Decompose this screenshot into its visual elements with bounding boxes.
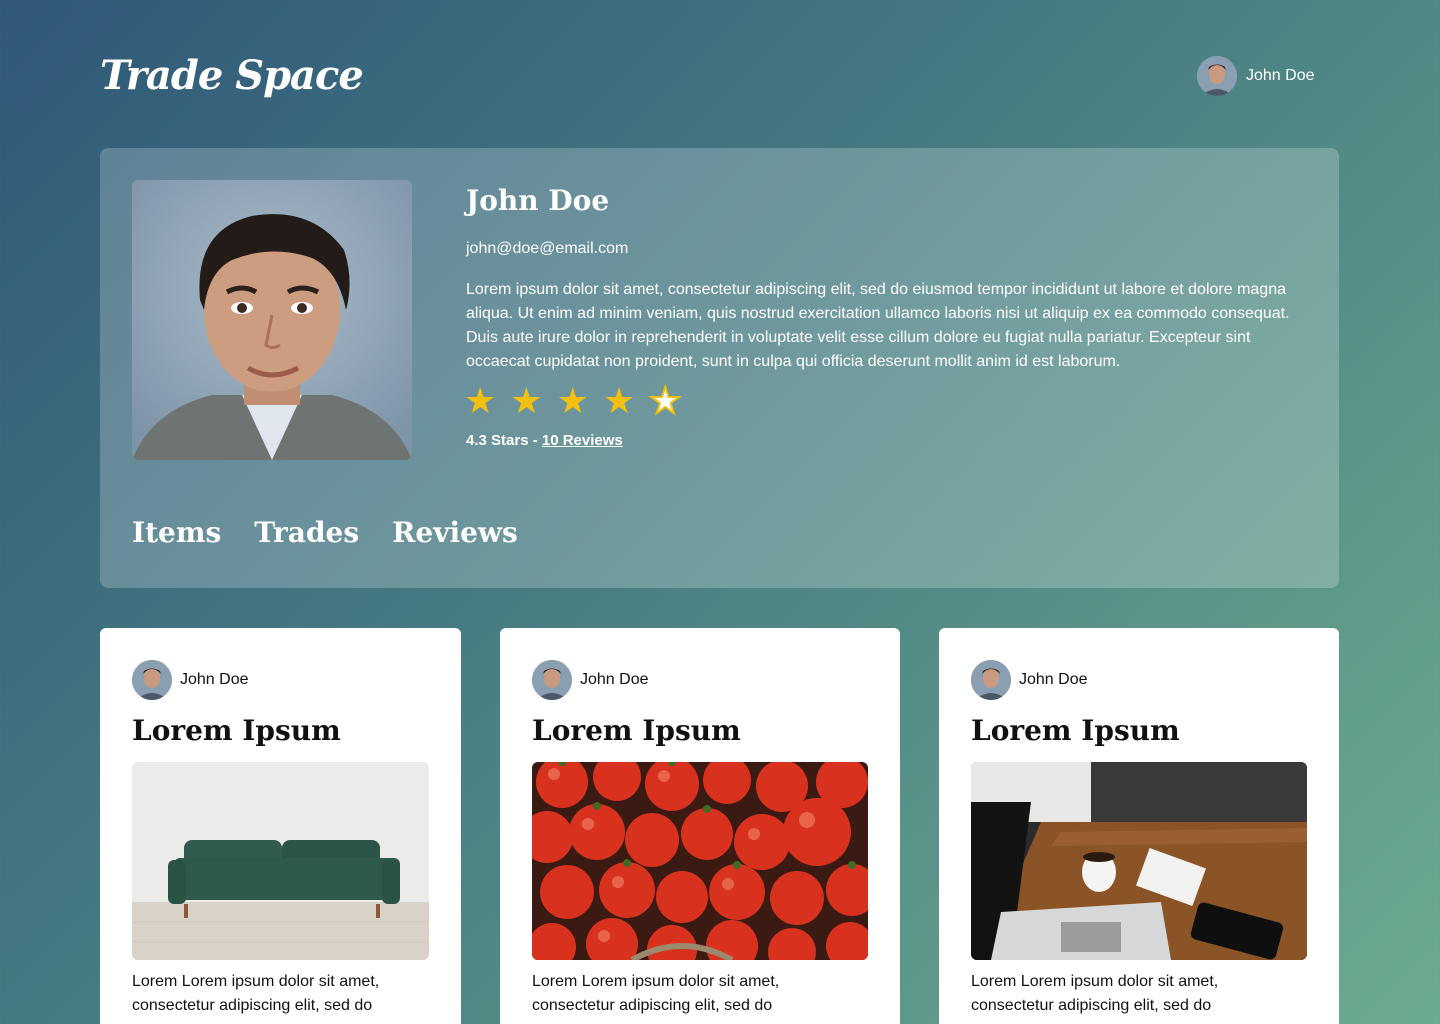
star-icon: ★ xyxy=(464,381,497,422)
rating-summary: 4.3 Stars - 10 Reviews xyxy=(466,432,623,449)
profile-card: John Doe john@doe@email.com Lorem ipsum … xyxy=(100,148,1339,588)
laptop-desk-photo[interactable] xyxy=(971,762,1307,960)
author-name: John Doe xyxy=(1019,671,1088,688)
author-name: John Doe xyxy=(580,671,649,688)
tab-reviews[interactable]: Reviews xyxy=(392,516,518,549)
author-avatar xyxy=(971,660,1011,700)
user-avatar xyxy=(1197,56,1237,96)
user-name: John Doe xyxy=(1246,67,1315,84)
author-avatar xyxy=(132,660,172,700)
item-card[interactable]: John Doe Lorem Ipsum Lorem Lorem ipsum d… xyxy=(500,628,900,1024)
item-description: Lorem Lorem ipsum dolor sit amet, consec… xyxy=(532,973,780,1014)
rating-stars: ★ ★ ★ ★ ★ xyxy=(464,381,682,422)
profile-bio: Lorem ipsum dolor sit amet, consectetur … xyxy=(466,281,1290,370)
star-icon: ★ xyxy=(648,381,682,422)
star-icon: ★ xyxy=(556,381,589,422)
item-title[interactable]: Lorem Ipsum xyxy=(532,714,741,747)
author-name: John Doe xyxy=(180,671,249,688)
rating-text: 4.3 Stars - xyxy=(466,432,542,449)
tab-items[interactable]: Items xyxy=(132,516,221,549)
star-icon: ★ xyxy=(602,381,636,422)
item-author[interactable]: John Doe xyxy=(971,660,1088,700)
author-avatar xyxy=(532,660,572,700)
profile-photo xyxy=(132,180,412,460)
reviews-link[interactable]: 10 Reviews xyxy=(542,432,623,449)
item-card[interactable]: John Doe Lorem Ipsum Lorem Lorem ipsum d… xyxy=(939,628,1339,1024)
item-author[interactable]: John Doe xyxy=(132,660,249,700)
tomatoes-photo[interactable] xyxy=(532,762,868,960)
profile-name: John Doe xyxy=(466,184,610,217)
item-author[interactable]: John Doe xyxy=(532,660,649,700)
item-description: Lorem Lorem ipsum dolor sit amet, consec… xyxy=(971,973,1219,1014)
profile-tabs: Items Trades Reviews xyxy=(132,516,518,549)
user-menu[interactable]: John Doe xyxy=(1197,56,1315,96)
sofa-photo[interactable] xyxy=(132,762,429,960)
item-title[interactable]: Lorem Ipsum xyxy=(132,714,341,747)
profile-email: john@doe@email.com xyxy=(466,240,629,257)
item-description: Lorem Lorem ipsum dolor sit amet, consec… xyxy=(132,973,380,1014)
app-logo[interactable]: Trade Space xyxy=(100,52,364,99)
item-title[interactable]: Lorem Ipsum xyxy=(971,714,1180,747)
star-icon: ★ xyxy=(510,381,543,422)
item-card[interactable]: John Doe Lorem Ipsum Lorem Lorem ipsum d… xyxy=(100,628,461,1024)
tab-trades[interactable]: Trades xyxy=(254,516,359,549)
